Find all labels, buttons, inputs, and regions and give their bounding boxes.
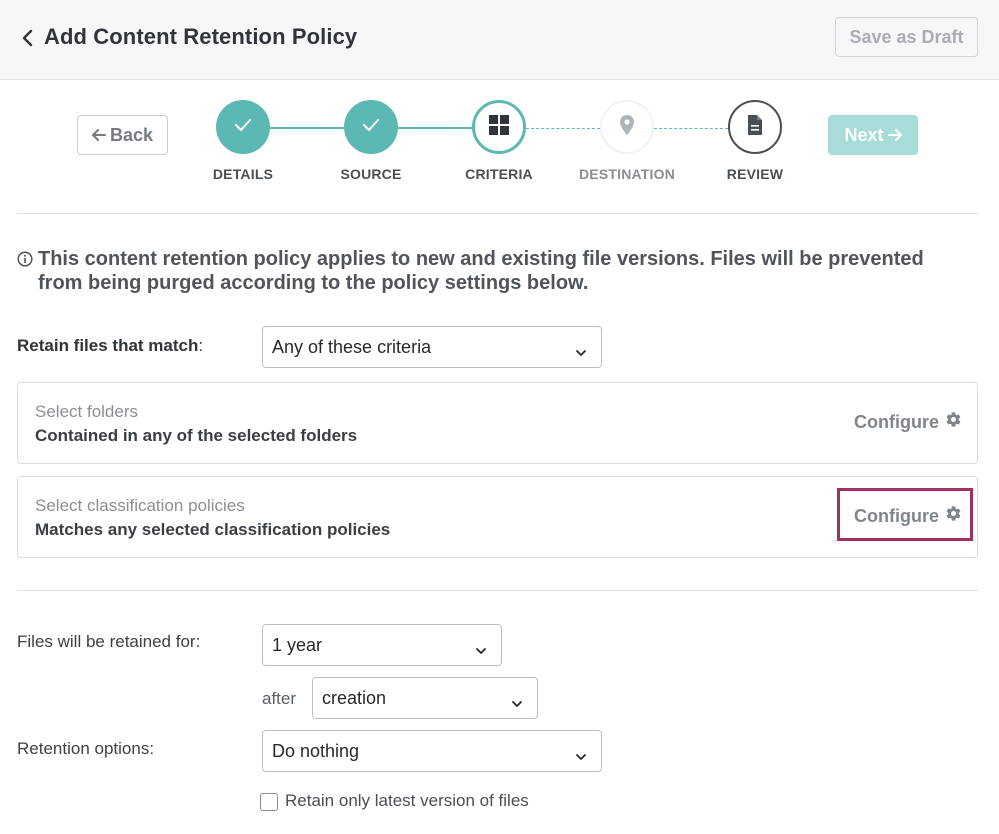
step-circle: [728, 100, 782, 154]
check-icon: [233, 117, 253, 138]
step-circle: [216, 100, 270, 154]
retain-match-label: Retain files that match:: [17, 336, 204, 355]
chevron-down-icon: [475, 640, 487, 654]
configure-highlight-box: [837, 488, 973, 541]
back-button[interactable]: Back: [77, 115, 168, 155]
grid-icon: [488, 114, 510, 141]
chevron-down-icon: [511, 693, 523, 707]
chevron-down-icon: [575, 342, 587, 356]
card-title: Contained in any of the selected folders: [35, 426, 358, 445]
step-connector: [526, 128, 600, 129]
card-subtitle: Select classification policies: [35, 496, 245, 515]
card-subtitle: Select folders: [35, 402, 138, 421]
step-circle: [472, 100, 526, 154]
step-circle: [344, 100, 398, 154]
page-title: Add Content Retention Policy: [44, 24, 358, 49]
retention-trigger-select[interactable]: creation: [312, 677, 538, 719]
info-line: This content retention policy applies to…: [38, 248, 924, 270]
select-value: 1 year: [272, 634, 323, 655]
document-icon: [746, 114, 764, 141]
retained-for-label: Files will be retained for:: [17, 632, 201, 651]
info-line: from being purged according to the polic…: [38, 272, 589, 294]
step-label: SOURCE: [340, 166, 402, 182]
select-value: creation: [322, 687, 387, 708]
step-connector: [654, 128, 728, 129]
select-value: Any of these criteria: [272, 336, 432, 357]
policy-info-message: This content retention policy applies to…: [38, 247, 958, 295]
configure-label: Configure: [854, 411, 939, 432]
card-title: Matches any selected classification poli…: [35, 520, 391, 539]
criteria-card-folders: Select folders Contained in any of the s…: [17, 382, 978, 464]
gear-icon: [945, 411, 962, 433]
section-divider: [17, 590, 978, 591]
section-divider: [17, 213, 978, 214]
step-label: CRITERIA: [465, 166, 533, 182]
arrow-right-icon: [887, 125, 902, 146]
step-circle: [600, 100, 654, 154]
step-label: REVIEW: [726, 166, 784, 182]
info-icon: [17, 251, 33, 267]
retention-period-select[interactable]: 1 year: [262, 624, 502, 666]
location-pin-icon: [619, 114, 635, 141]
page-header: Add Content Retention Policy Save as Dra…: [0, 0, 999, 80]
retention-options-select[interactable]: Do nothing: [262, 730, 602, 772]
next-button[interactable]: Next: [828, 115, 918, 155]
step-connector: [270, 127, 344, 129]
select-value: Do nothing: [272, 740, 360, 761]
back-button-label: Back: [109, 124, 154, 145]
step-label: DETAILS: [212, 166, 274, 182]
criteria-card-classification: Select classification policies Matches a…: [17, 476, 978, 558]
after-label: after: [262, 689, 297, 708]
step-label: DESTINATION: [578, 166, 676, 182]
check-icon: [361, 117, 381, 138]
next-button-label: Next: [844, 124, 884, 145]
match-criteria-select[interactable]: Any of these criteria: [262, 326, 602, 368]
retention-options-label: Retention options:: [17, 739, 155, 758]
chevron-down-icon: [575, 746, 587, 760]
back-chevron-icon[interactable]: [18, 26, 38, 50]
save-as-draft-button[interactable]: Save as Draft: [835, 17, 978, 57]
arrow-left-icon: [91, 125, 106, 146]
latest-version-checkbox[interactable]: [260, 793, 278, 811]
latest-version-checkbox-label[interactable]: Retain only latest version of files: [285, 791, 529, 811]
configure-folders-button[interactable]: Configure: [854, 411, 962, 433]
step-connector: [398, 127, 472, 129]
